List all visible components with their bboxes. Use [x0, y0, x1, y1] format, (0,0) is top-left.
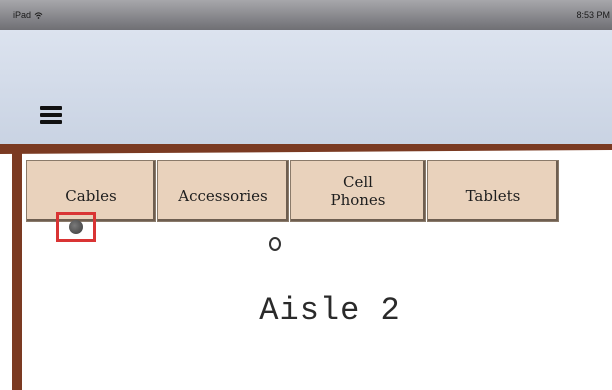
tab-accessories[interactable]: Accessories [157, 160, 289, 222]
selected-location-highlight[interactable] [56, 212, 96, 242]
navigation-bar [0, 30, 612, 150]
status-left: iPad [13, 10, 43, 20]
tab-cables-label: Cables [65, 187, 117, 205]
map-frame-top [0, 144, 612, 154]
aisle-label: Aisle 2 [259, 292, 401, 329]
wifi-icon [34, 11, 43, 19]
tab-tablets[interactable]: Tablets [427, 160, 559, 222]
device-label: iPad [13, 10, 32, 20]
tab-cell-phones-label: Cell Phones [330, 173, 386, 209]
current-location-dot-icon [69, 220, 83, 234]
status-bar: iPad 8:53 PM [0, 0, 612, 30]
tab-cell-phones[interactable]: Cell Phones [290, 160, 426, 222]
status-time: 8:53 PM [576, 10, 610, 20]
tab-tablets-label: Tablets [465, 187, 521, 205]
map-frame-left [12, 150, 22, 390]
hamburger-menu-icon[interactable] [40, 106, 62, 124]
tab-accessories-label: Accessories [178, 187, 268, 205]
aisle-marker-icon[interactable] [269, 237, 281, 251]
